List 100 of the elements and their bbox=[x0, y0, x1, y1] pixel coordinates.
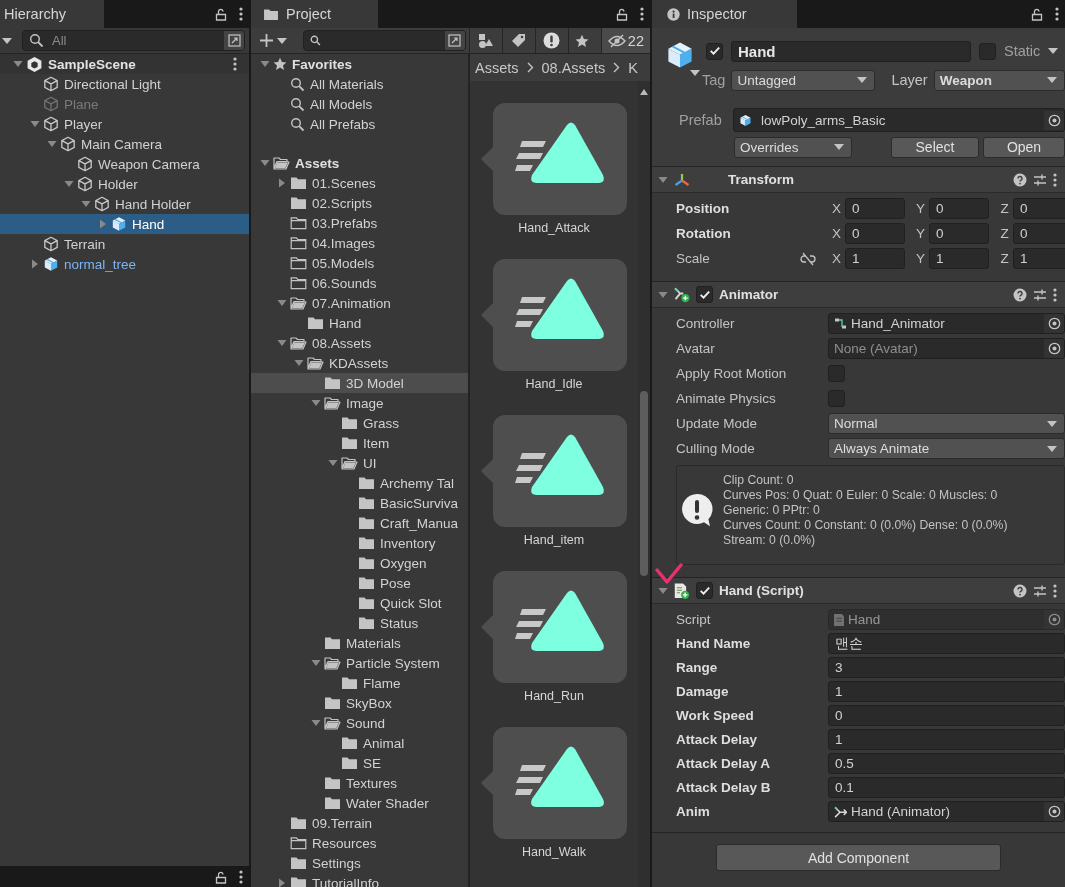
folder-item[interactable]: SkyBox bbox=[251, 693, 468, 713]
tree-item[interactable]: Main Camera bbox=[0, 134, 249, 154]
panel-tab[interactable]: Hierarchy bbox=[0, 0, 104, 28]
folder-item[interactable]: SE bbox=[251, 753, 468, 773]
folder-item[interactable]: BasicSurviva bbox=[251, 493, 468, 513]
folder-item[interactable]: 02.Scripts bbox=[251, 193, 468, 213]
folder-item[interactable]: Status bbox=[251, 613, 468, 633]
sliders-icon[interactable] bbox=[1033, 583, 1047, 598]
folder-item[interactable]: Inventory bbox=[251, 533, 468, 553]
folder-item[interactable]: Quick Slot bbox=[251, 593, 468, 613]
checkbox[interactable] bbox=[696, 582, 713, 599]
text-field[interactable]: 0 bbox=[828, 705, 1065, 726]
folder-item[interactable]: Animal bbox=[251, 733, 468, 753]
folder-item[interactable]: Craft_Manua bbox=[251, 513, 468, 533]
scrollbar[interactable] bbox=[638, 81, 650, 887]
tag-dropdown[interactable]: Untagged bbox=[731, 69, 876, 91]
help-icon[interactable] bbox=[1013, 287, 1027, 302]
expand-arrow-icon[interactable] bbox=[658, 289, 668, 300]
expand-arrow-icon[interactable] bbox=[311, 718, 321, 728]
folder-item[interactable]: Archemy Tal bbox=[251, 473, 468, 493]
expand-arrow-icon[interactable] bbox=[328, 458, 338, 468]
expand-arrow-icon[interactable] bbox=[47, 139, 57, 149]
folder-item[interactable]: 05.Models bbox=[251, 253, 468, 273]
folder-item[interactable]: 08.Assets bbox=[251, 333, 468, 353]
folder-item[interactable]: 09.Terrain bbox=[251, 813, 468, 833]
sliders-icon[interactable] bbox=[1033, 287, 1047, 302]
expand-arrow-icon[interactable] bbox=[13, 59, 23, 69]
expand-arrow-icon[interactable] bbox=[277, 338, 287, 348]
breadcrumb-item[interactable]: Assets bbox=[475, 59, 519, 76]
tree-item[interactable]: Terrain bbox=[0, 234, 249, 254]
menu-icon[interactable] bbox=[239, 870, 243, 884]
menu-icon[interactable] bbox=[1053, 287, 1057, 302]
expand-icon[interactable] bbox=[227, 34, 241, 47]
menu-icon[interactable] bbox=[233, 57, 237, 71]
tree-item[interactable]: Hand Holder bbox=[0, 194, 249, 214]
number-field[interactable]: 0 bbox=[845, 198, 905, 219]
folder-item[interactable]: Assets bbox=[251, 153, 468, 173]
folder-item[interactable]: Resources bbox=[251, 833, 468, 853]
tree-item[interactable]: Weapon Camera bbox=[0, 154, 249, 174]
tree-item[interactable]: Hand bbox=[0, 214, 249, 234]
folder-item[interactable]: Item bbox=[251, 433, 468, 453]
dropdown[interactable]: Always Animate bbox=[828, 438, 1065, 459]
number-field[interactable]: 0 bbox=[845, 223, 905, 244]
folder-item[interactable]: Image bbox=[251, 393, 468, 413]
favorite-item[interactable]: All Prefabs bbox=[251, 114, 468, 134]
folder-item[interactable]: 04.Images bbox=[251, 233, 468, 253]
number-field[interactable]: 1 bbox=[1013, 248, 1065, 269]
checkbox[interactable] bbox=[696, 286, 713, 303]
target-icon[interactable] bbox=[1047, 317, 1061, 330]
object-field[interactable]: lowPoly_arms_Basic bbox=[733, 108, 1065, 132]
folder-item[interactable]: 01.Scenes bbox=[251, 173, 468, 193]
checkbox[interactable] bbox=[979, 42, 996, 60]
menu-icon[interactable] bbox=[239, 7, 243, 21]
name-field[interactable]: Hand bbox=[731, 40, 971, 62]
text-field[interactable]: 1 bbox=[828, 681, 1065, 702]
breadcrumb-item[interactable]: K bbox=[628, 59, 638, 76]
menu-icon[interactable] bbox=[1053, 172, 1057, 187]
checkbox[interactable] bbox=[828, 390, 845, 407]
folder-item[interactable]: Favorites bbox=[251, 54, 468, 74]
add-component-button[interactable]: Add Component bbox=[716, 844, 1001, 871]
prefab-button[interactable]: Open bbox=[983, 136, 1065, 158]
folder-item[interactable]: 03.Prefabs bbox=[251, 213, 468, 233]
animation-clip-icon[interactable] bbox=[479, 727, 629, 839]
folder-item[interactable]: Pose bbox=[251, 573, 468, 593]
expand-arrow-icon[interactable] bbox=[260, 158, 270, 168]
animation-clip-icon[interactable] bbox=[479, 103, 629, 215]
number-field[interactable]: 0 bbox=[1013, 198, 1065, 219]
folder-item[interactable]: Flame bbox=[251, 673, 468, 693]
panel-tab[interactable]: Inspector bbox=[652, 0, 797, 28]
lock-icon[interactable] bbox=[616, 7, 628, 21]
tree-item[interactable]: Directional Light bbox=[0, 74, 249, 94]
text-field[interactable]: 0.5 bbox=[828, 753, 1065, 774]
folder-item[interactable]: Particle System bbox=[251, 653, 468, 673]
number-field[interactable]: 0 bbox=[929, 198, 989, 219]
expand-arrow-icon[interactable] bbox=[64, 179, 74, 189]
expand-arrow-icon[interactable] bbox=[277, 178, 287, 188]
menu-icon[interactable] bbox=[1055, 7, 1059, 21]
folder-item[interactable]: TutorialInfo bbox=[251, 873, 468, 887]
target-icon[interactable] bbox=[1047, 342, 1061, 355]
checkbox[interactable] bbox=[828, 365, 845, 382]
menu-icon[interactable] bbox=[1053, 583, 1057, 598]
search-field[interactable] bbox=[303, 30, 466, 51]
animation-clip-icon[interactable] bbox=[479, 259, 629, 371]
scroll-up-icon[interactable] bbox=[640, 89, 648, 95]
tree-item[interactable]: Holder bbox=[0, 174, 249, 194]
expand-arrow-icon[interactable] bbox=[277, 878, 287, 887]
folder-item[interactable]: Sound bbox=[251, 713, 468, 733]
target-icon[interactable] bbox=[1047, 805, 1061, 818]
text-field[interactable]: 0.1 bbox=[828, 777, 1065, 798]
help-icon[interactable] bbox=[1013, 583, 1027, 598]
tree-item[interactable]: Player bbox=[0, 114, 249, 134]
folder-item[interactable]: Oxygen bbox=[251, 553, 468, 573]
scroll-thumb[interactable] bbox=[640, 391, 648, 576]
dropdown[interactable]: Normal bbox=[828, 413, 1065, 434]
expand-arrow-icon[interactable] bbox=[311, 398, 321, 408]
sliders-icon[interactable] bbox=[1033, 172, 1047, 187]
breadcrumb-item[interactable]: 08.Assets bbox=[541, 59, 606, 76]
folder-item[interactable]: 3D Model bbox=[251, 373, 468, 393]
text-field[interactable]: 3 bbox=[828, 657, 1065, 678]
expand-icon[interactable] bbox=[448, 34, 462, 47]
